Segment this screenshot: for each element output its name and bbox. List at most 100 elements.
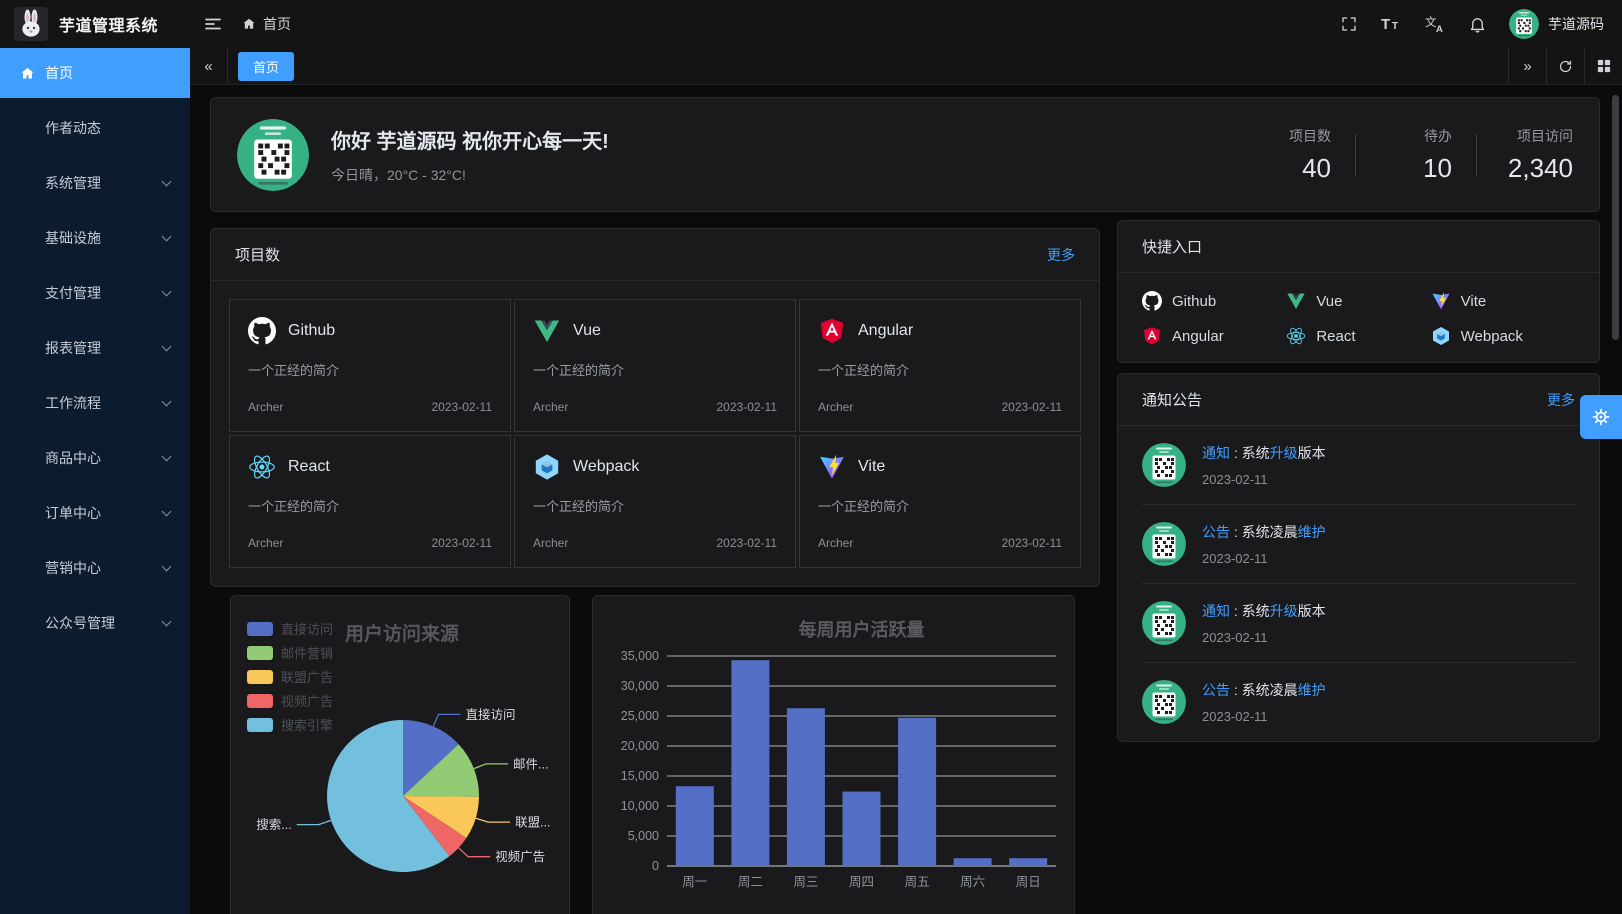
notice-item[interactable]: 通知 : 系统升级版本 2023-02-11 bbox=[1142, 426, 1575, 504]
svg-text:周四: 周四 bbox=[849, 875, 874, 889]
quick-entry-react[interactable]: React bbox=[1286, 326, 1430, 346]
top-header: 芋道管理系统 首页 TT 文A 芋道源码 bbox=[0, 0, 1622, 48]
notice-avatar bbox=[1142, 680, 1186, 724]
app-title: 芋道管理系统 bbox=[59, 12, 158, 36]
sidebar-item-label: 公众号管理 bbox=[45, 613, 115, 633]
chevron-down-icon bbox=[162, 507, 172, 517]
quick-entry-title: 快捷入口 bbox=[1142, 236, 1202, 257]
notice-item[interactable]: 通知 : 系统升级版本 2023-02-11 bbox=[1142, 583, 1575, 662]
sidebar-item-payment-management[interactable]: 支付管理 bbox=[0, 268, 190, 318]
quick-entry-vue[interactable]: Vue bbox=[1286, 291, 1430, 311]
sidebar-item-author-trends[interactable]: 作者动态 bbox=[0, 103, 190, 153]
sidebar-item-marketing-center[interactable]: 营销中心 bbox=[0, 543, 190, 593]
project-desc: 一个正经的简介 bbox=[533, 496, 777, 515]
tab-home[interactable]: 首页 bbox=[238, 52, 294, 81]
sidebar-item-infrastructure[interactable]: 基础设施 bbox=[0, 213, 190, 263]
notice-avatar bbox=[1142, 522, 1186, 566]
chevron-down-icon bbox=[162, 452, 172, 462]
sidebar-item-label: 系统管理 bbox=[45, 173, 101, 193]
quick-entry-angular[interactable]: Angular bbox=[1142, 326, 1286, 346]
projects-more-link[interactable]: 更多 bbox=[1047, 245, 1075, 265]
breadcrumb-home-label: 首页 bbox=[263, 14, 291, 34]
sidebar-item-product-center[interactable]: 商品中心 bbox=[0, 433, 190, 483]
sidebar-item-label: 工作流程 bbox=[45, 393, 101, 413]
sidebar-item-order-center[interactable]: 订单中心 bbox=[0, 488, 190, 538]
sidebar-item-mp-management[interactable]: 公众号管理 bbox=[0, 598, 190, 648]
chevron-down-icon bbox=[162, 287, 172, 297]
sidebar-item-label: 营销中心 bbox=[45, 558, 101, 578]
app-logo bbox=[14, 7, 48, 41]
quick-entry-label: Github bbox=[1172, 293, 1216, 310]
summary-stats: 项目数40 待办10 项目访问2,340 bbox=[1259, 126, 1573, 184]
project-card-webpack[interactable]: Webpack 一个正经的简介 Archer2023-02-11 bbox=[514, 435, 796, 568]
stat-item: 项目访问2,340 bbox=[1501, 126, 1573, 184]
visit-source-pie-chart: 直接访问邮件营销联盟广告视频广告搜索引擎用户访问来源直接访问邮件...联盟...… bbox=[231, 604, 567, 914]
project-author: Archer bbox=[533, 536, 568, 550]
quick-entry-card: 快捷入口 Github Vue Vite AngularReactWebpack bbox=[1117, 220, 1600, 363]
notices-card: 通知公告 更多 通知 : 系统升级版本 2023-02-11 公告 : 系统凌晨… bbox=[1117, 373, 1600, 742]
menu-fold-icon[interactable] bbox=[204, 15, 222, 33]
github-icon bbox=[248, 317, 276, 345]
quick-entry-label: Vite bbox=[1461, 293, 1487, 310]
notice-item[interactable]: 公告 : 系统凌晨维护 2023-02-11 bbox=[1142, 504, 1575, 583]
fullscreen-icon[interactable] bbox=[1340, 15, 1358, 33]
sidebar-item-report-management[interactable]: 报表管理 bbox=[0, 323, 190, 373]
project-name: React bbox=[288, 458, 330, 476]
webpack-icon bbox=[533, 453, 561, 481]
breadcrumb[interactable]: 首页 bbox=[242, 14, 291, 34]
project-date: 2023-02-11 bbox=[1002, 400, 1063, 414]
stat-value: 2,340 bbox=[1501, 153, 1573, 184]
visit-source-chart-card: 直接访问邮件营销联盟广告视频广告搜索引擎用户访问来源直接访问邮件...联盟...… bbox=[230, 595, 570, 914]
quick-entry-github[interactable]: Github bbox=[1142, 291, 1286, 311]
stat-item: 项目数40 bbox=[1259, 126, 1331, 184]
project-card-angular[interactable]: Angular 一个正经的简介 Archer2023-02-11 bbox=[799, 299, 1081, 432]
user-menu[interactable]: 芋道源码 bbox=[1509, 9, 1604, 39]
stat-item: 待办10 bbox=[1380, 126, 1452, 184]
welcome-card: 你好 芋道源码 祝你开心每一天! 今日晴，20°C - 32°C! 项目数40待… bbox=[210, 97, 1600, 212]
notices-more-link[interactable]: 更多 bbox=[1547, 390, 1575, 410]
project-date: 2023-02-11 bbox=[432, 536, 493, 550]
sidebar-item-workflow[interactable]: 工作流程 bbox=[0, 378, 190, 428]
quick-entry-vite[interactable]: Vite bbox=[1431, 291, 1575, 311]
project-name: Vue bbox=[573, 322, 601, 340]
tabs-scroll-left-button[interactable]: « bbox=[190, 48, 228, 84]
tags-view-bar: « 首页 » bbox=[190, 48, 1622, 85]
app-brand[interactable]: 芋道管理系统 bbox=[0, 7, 190, 41]
tabs-scroll-right-button[interactable]: » bbox=[1508, 48, 1546, 84]
project-card-react[interactable]: React 一个正经的简介 Archer2023-02-11 bbox=[229, 435, 511, 568]
sidebar-item-home[interactable]: 首页 bbox=[0, 48, 190, 98]
home-icon bbox=[20, 66, 35, 81]
svg-text:35,000: 35,000 bbox=[621, 649, 659, 663]
svg-text:每周用户活跃量: 每周用户活跃量 bbox=[799, 619, 925, 640]
theme-settings-button[interactable] bbox=[1580, 395, 1622, 439]
svg-text:T: T bbox=[1392, 21, 1398, 32]
page-scrollbar-thumb[interactable] bbox=[1612, 95, 1619, 340]
stat-label: 待办 bbox=[1380, 126, 1452, 146]
react-icon bbox=[1286, 326, 1306, 346]
home-icon bbox=[242, 17, 256, 31]
tabs-actions-button[interactable] bbox=[1584, 48, 1622, 84]
notice-title: 公告 : 系统凌晨维护 bbox=[1202, 522, 1326, 542]
svg-text:0: 0 bbox=[652, 859, 659, 873]
project-card-vite[interactable]: Vite 一个正经的简介 Archer2023-02-11 bbox=[799, 435, 1081, 568]
vite-icon bbox=[1431, 291, 1451, 311]
project-card-github[interactable]: Github 一个正经的简介 Archer2023-02-11 bbox=[229, 299, 511, 432]
chevron-down-icon bbox=[162, 562, 172, 572]
refresh-tab-button[interactable] bbox=[1546, 48, 1584, 84]
quick-entry-grid: Github Vue Vite AngularReactWebpack bbox=[1118, 273, 1599, 362]
svg-text:10,000: 10,000 bbox=[621, 799, 659, 813]
quick-entry-webpack[interactable]: Webpack bbox=[1431, 326, 1575, 346]
language-icon[interactable]: 文A bbox=[1424, 14, 1446, 34]
main-content: 你好 芋道源码 祝你开心每一天! 今日晴，20°C - 32°C! 项目数40待… bbox=[190, 85, 1622, 914]
svg-text:视频广告: 视频广告 bbox=[281, 694, 333, 709]
weather-text: 今日晴，20°C - 32°C! bbox=[331, 165, 609, 185]
font-size-icon[interactable]: TT bbox=[1380, 14, 1402, 34]
quick-entry-label: Vue bbox=[1316, 293, 1342, 310]
project-card-vue[interactable]: Vue 一个正经的简介 Archer2023-02-11 bbox=[514, 299, 796, 432]
svg-text:T: T bbox=[1381, 16, 1390, 33]
user-avatar bbox=[1509, 9, 1539, 39]
notification-bell-icon[interactable] bbox=[1468, 15, 1487, 34]
notice-item[interactable]: 公告 : 系统凌晨维护 2023-02-11 bbox=[1142, 662, 1575, 741]
weekly-activity-bar-chart: 每周用户活跃量05,00010,00015,00020,00025,00030,… bbox=[593, 604, 1072, 914]
sidebar-item-system-management[interactable]: 系统管理 bbox=[0, 158, 190, 208]
